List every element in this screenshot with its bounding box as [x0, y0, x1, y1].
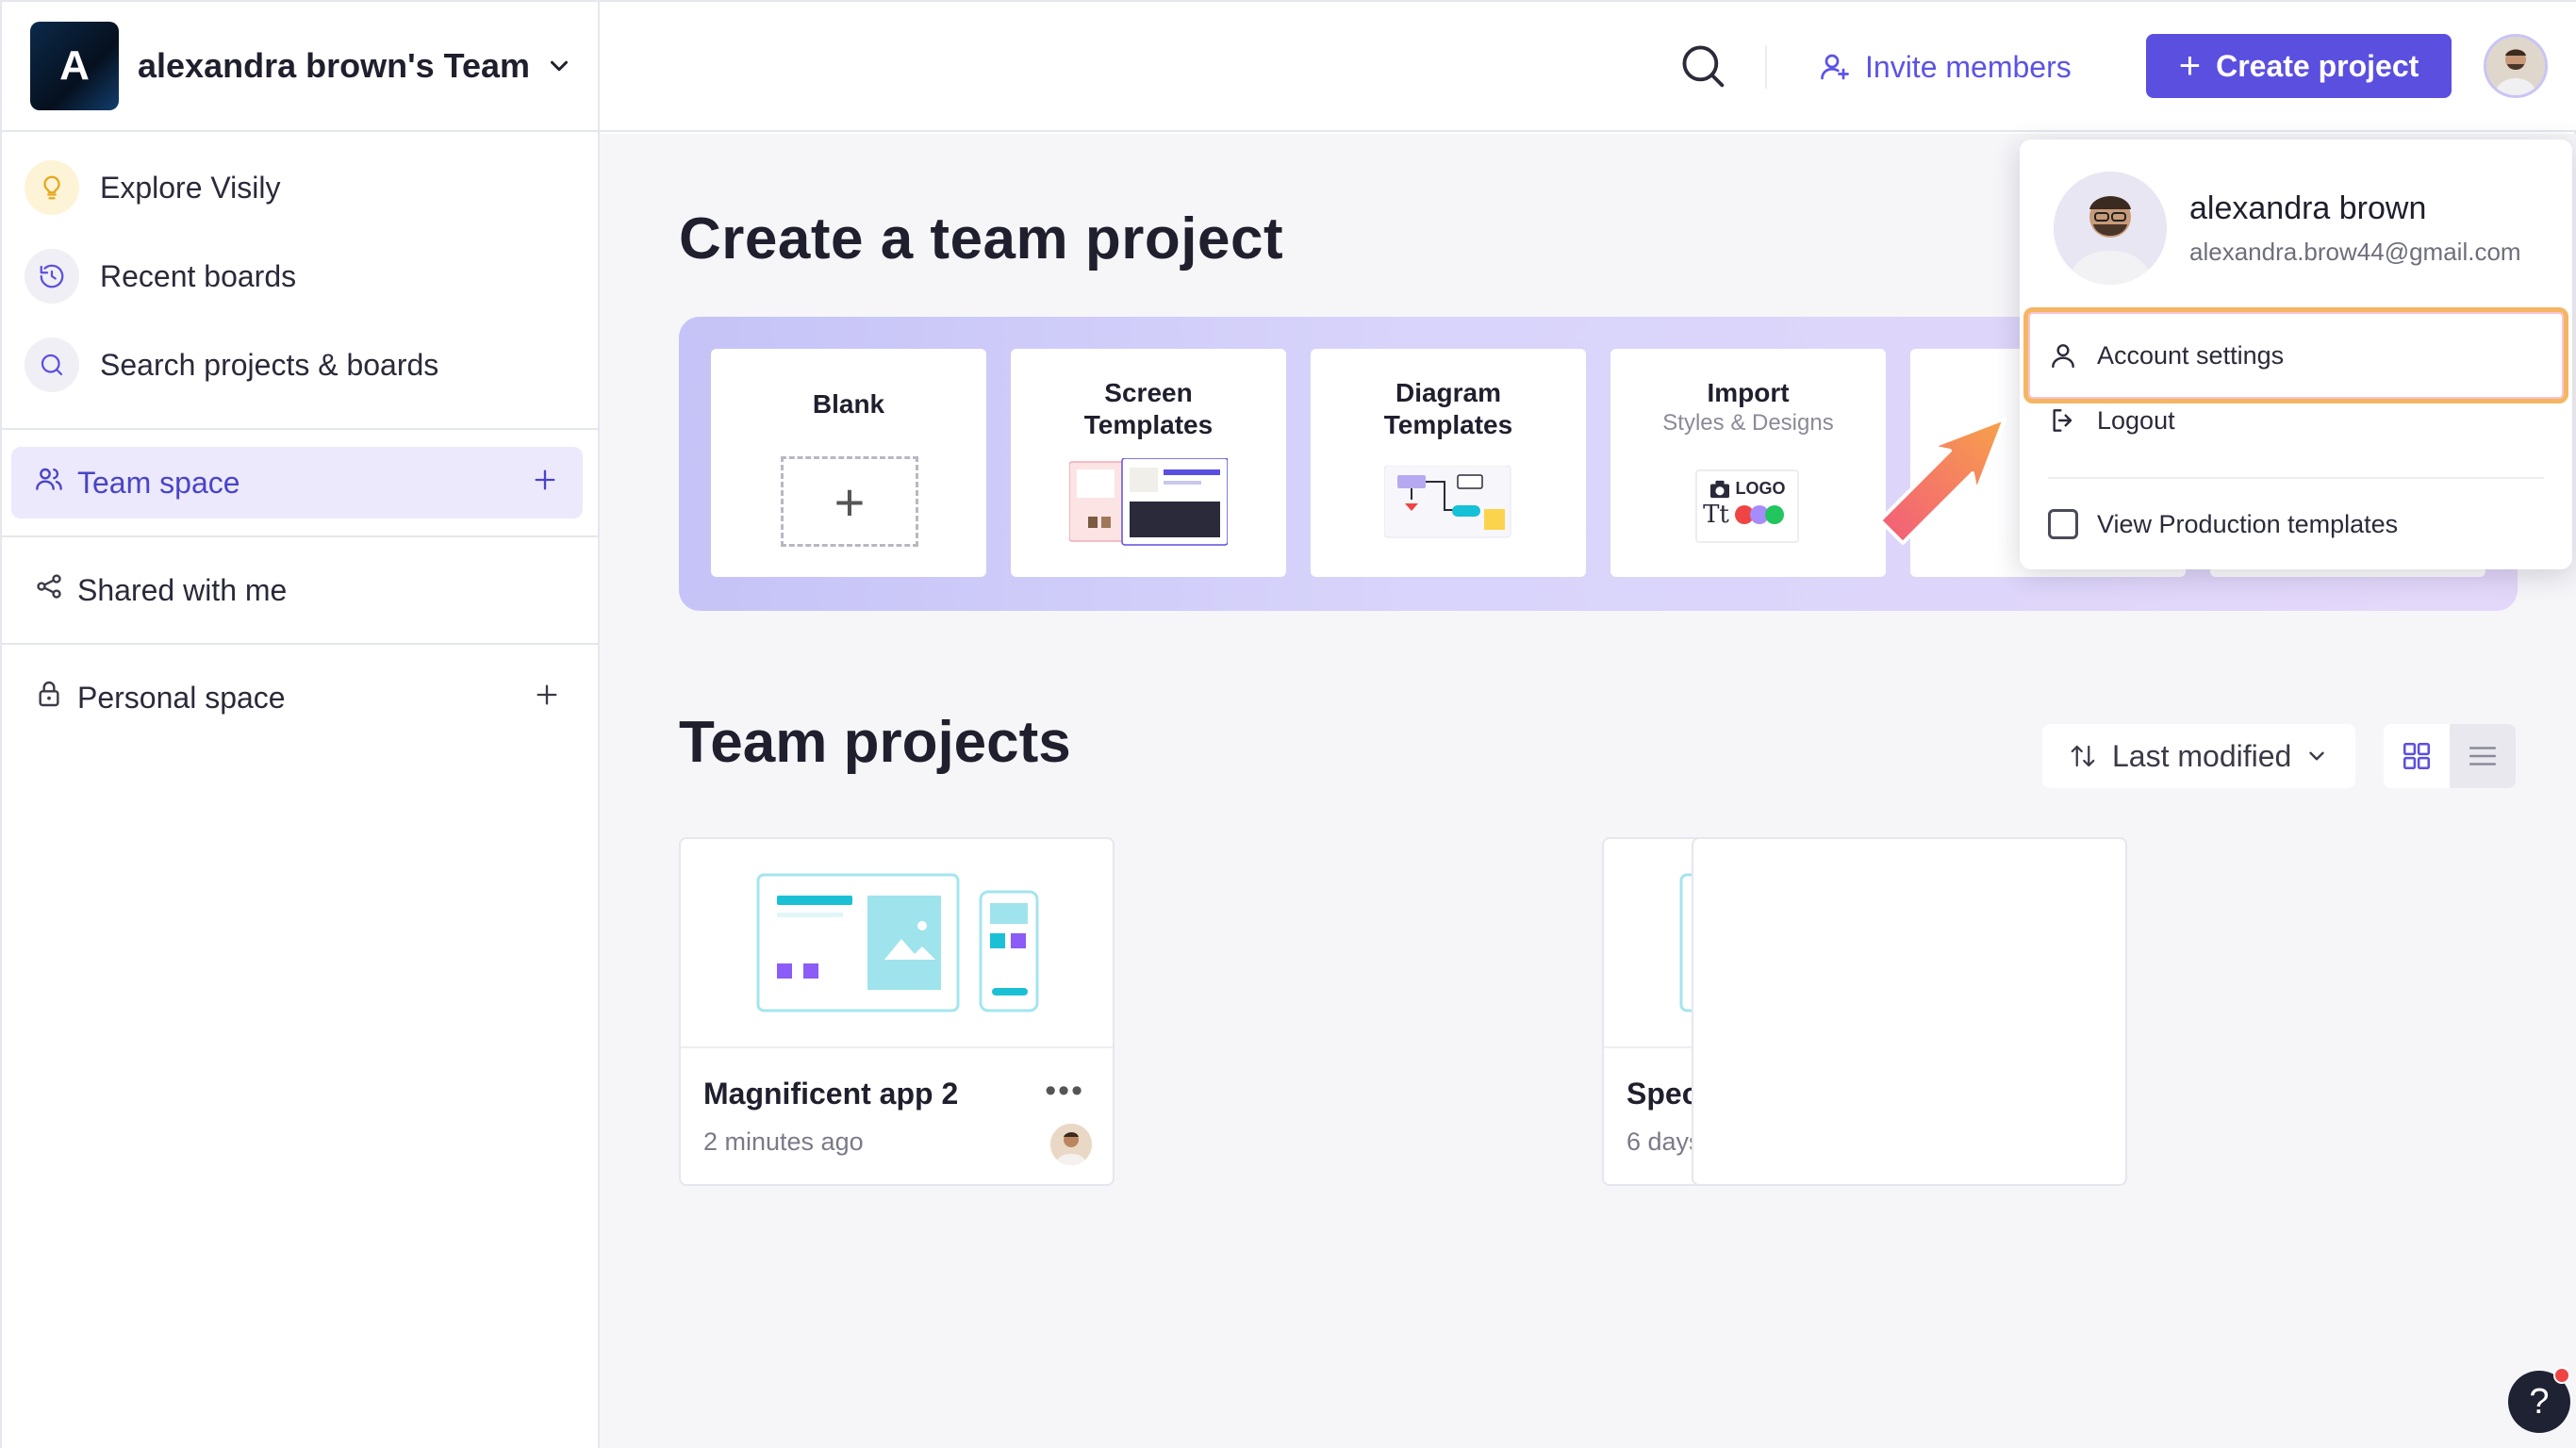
sidebar-nav: Explore Visily Recent boards Search proj… — [2, 143, 598, 409]
account-settings-label: Account settings — [2097, 340, 2285, 370]
add-personal-project-icon[interactable] — [534, 681, 560, 716]
sidebar-item-label: Search projects & boards — [100, 347, 439, 382]
blank-plus-icon: + — [781, 456, 918, 547]
page-title: Create a team project — [679, 206, 1284, 272]
sidebar-item-team-space[interactable]: Team space — [11, 447, 583, 518]
app-window: A alexandra brown's Team Explore Visily … — [0, 0, 2576, 1448]
template-subtitle: Styles & Designs — [1662, 410, 1834, 436]
more-options-icon[interactable]: ••• — [1045, 1073, 1084, 1110]
import-preview: LOGO Tt — [1695, 469, 1799, 543]
color-dots-icon — [1734, 505, 1784, 524]
avatar — [1050, 1124, 1092, 1165]
sort-icon — [2071, 745, 2095, 767]
screen-templates-preview-icon — [1069, 458, 1228, 546]
lightbulb-icon — [25, 160, 79, 215]
view-production-templates-item[interactable]: View Production templates — [2048, 498, 2398, 551]
create-project-button[interactable]: + Create project — [2146, 34, 2452, 98]
chevron-down-icon — [545, 52, 573, 80]
template-title: Diagram Templates — [1383, 378, 1513, 439]
template-diagram[interactable]: Diagram Templates — [1311, 349, 1586, 577]
share-icon — [34, 571, 64, 609]
team-switcher[interactable]: A alexandra brown's Team — [2, 2, 600, 132]
sidebar-item-personal-space[interactable]: Personal space — [2, 645, 598, 750]
logout-label: Logout — [2097, 405, 2175, 435]
plus-icon: + — [2178, 45, 2202, 87]
avatar — [2054, 172, 2167, 285]
project-card[interactable]: Magnificent app 2 ••• 2 minutes ago — [679, 837, 1115, 1186]
chevron-down-icon — [2309, 751, 2325, 761]
template-title: Blank — [812, 389, 885, 419]
grid-view-button[interactable] — [2384, 724, 2450, 788]
avatar[interactable] — [2484, 34, 2548, 98]
list-view-button[interactable] — [2450, 724, 2516, 788]
notification-badge — [2553, 1367, 2570, 1384]
template-import[interactable]: Import Styles & Designs LOGO Tt — [1610, 349, 1886, 577]
divider — [1765, 45, 1767, 89]
grid-icon — [2403, 742, 2431, 770]
sidebar-item-shared[interactable]: Shared with me — [2, 537, 598, 643]
account-email: alexandra.brow44@gmail.com — [2189, 238, 2521, 266]
project-card[interactable] — [1692, 837, 2127, 1186]
search-button[interactable] — [1676, 40, 1731, 94]
divider — [2, 428, 598, 430]
top-bar: Invite members + Create project — [600, 2, 2576, 132]
project-name: Magnificent app 2 — [703, 1077, 959, 1111]
sidebar: A alexandra brown's Team Explore Visily … — [2, 2, 600, 1448]
list-icon — [2469, 747, 2497, 765]
project-modified-time: 2 minutes ago — [703, 1127, 864, 1156]
team-name: alexandra brown's Team — [138, 46, 531, 85]
sidebar-item-recent[interactable]: Recent boards — [2, 232, 598, 321]
template-title: Import — [1707, 378, 1790, 407]
section-title: Team projects — [679, 710, 1071, 775]
sort-label: Last modified — [2112, 738, 2292, 773]
account-menu: alexandra brown alexandra.brow44@gmail.c… — [2020, 140, 2572, 569]
sort-dropdown[interactable]: Last modified — [2042, 724, 2355, 788]
sidebar-item-explore[interactable]: Explore Visily — [2, 143, 598, 232]
account-name: alexandra brown — [2189, 190, 2427, 226]
sidebar-item-label: Explore Visily — [100, 170, 281, 205]
camera-icon — [1709, 480, 1729, 498]
checkbox[interactable] — [2048, 509, 2078, 539]
team-logo: A — [30, 22, 119, 110]
create-project-label: Create project — [2216, 48, 2419, 83]
logo-text: LOGO — [1735, 479, 1786, 498]
shared-label: Shared with me — [77, 572, 288, 607]
invite-label: Invite members — [1865, 49, 2072, 84]
search-icon — [25, 337, 79, 392]
history-icon — [25, 249, 79, 304]
account-settings-item[interactable]: Account settings — [2048, 329, 2284, 382]
add-user-icon — [1821, 54, 1849, 80]
diagram-templates-preview-icon — [1384, 466, 1511, 538]
invite-members-button[interactable]: Invite members — [1818, 43, 2072, 90]
personal-space-label: Personal space — [77, 680, 286, 715]
divider — [2048, 477, 2544, 479]
add-team-project-icon[interactable] — [532, 466, 558, 501]
project-thumbnail — [681, 839, 1113, 1048]
template-screen[interactable]: Screen Templates — [1011, 349, 1286, 577]
search-icon — [1682, 45, 1725, 88]
team-icon — [34, 464, 64, 502]
pointer-arrow-icon — [1878, 417, 2006, 545]
sidebar-item-label: Recent boards — [100, 258, 297, 293]
logout-item[interactable]: Logout — [2048, 394, 2175, 447]
logout-icon — [2053, 409, 2072, 432]
typography-text: Tt — [1703, 501, 1729, 529]
template-blank[interactable]: Blank + — [711, 349, 986, 577]
sidebar-item-search[interactable]: Search projects & boards — [2, 321, 598, 409]
user-icon — [2052, 344, 2074, 369]
team-space-label: Team space — [77, 465, 240, 500]
view-production-label: View Production templates — [2097, 509, 2399, 538]
lock-icon — [34, 679, 64, 716]
template-title: Screen Templates — [1083, 378, 1214, 439]
